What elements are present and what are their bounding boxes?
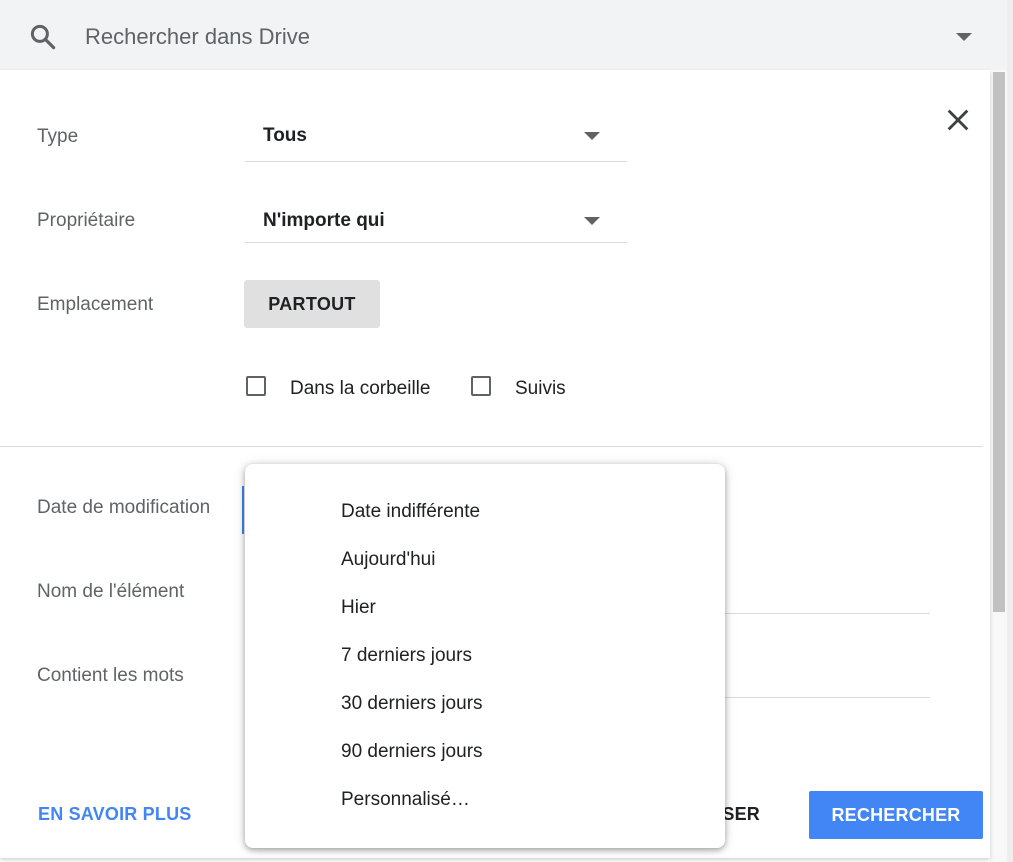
location-button[interactable]: PARTOUT [244, 280, 380, 328]
menu-item-last-30-days[interactable]: 30 derniers jours [245, 680, 725, 728]
menu-item-yesterday[interactable]: Hier [245, 584, 725, 632]
menu-item-label: 7 derniers jours [341, 645, 472, 666]
owner-label: Propriétaire [37, 210, 136, 231]
window-edge [1007, 0, 1013, 862]
owner-select-value: N'importe qui [263, 210, 385, 231]
menu-item-last-7-days[interactable]: 7 derniers jours [245, 632, 725, 680]
menu-item-custom[interactable]: Personnalisé… [245, 776, 725, 824]
date-modified-menu: Date indifférente Aujourd'hui Hier 7 der… [245, 464, 725, 848]
learn-more-link[interactable]: EN SAVOIR PLUS [38, 804, 192, 825]
chevron-down-icon [584, 132, 600, 140]
type-label: Type [37, 126, 79, 147]
type-select-value: Tous [263, 125, 307, 146]
scrollbar-thumb[interactable] [993, 72, 1005, 612]
search-button[interactable]: RECHERCHER [809, 791, 983, 839]
section-divider [0, 446, 983, 447]
search-options-arrow-icon[interactable] [956, 33, 972, 41]
date-modified-select[interactable] [242, 486, 244, 534]
search-bar[interactable]: Rechercher dans Drive [0, 0, 1007, 72]
trash-checkbox[interactable] [246, 376, 266, 396]
trash-checkbox-label[interactable]: Dans la corbeille [290, 378, 430, 400]
menu-item-label: 30 derniers jours [341, 693, 483, 714]
chevron-down-icon [584, 217, 600, 225]
search-input[interactable]: Rechercher dans Drive [85, 24, 310, 50]
menu-item-last-90-days[interactable]: 90 derniers jours [245, 728, 725, 776]
starred-checkbox[interactable] [471, 376, 491, 396]
location-label: Emplacement [37, 294, 154, 315]
owner-select-underline [245, 242, 627, 243]
menu-item-label: Personnalisé… [341, 789, 470, 810]
menu-item-label: 90 derniers jours [341, 741, 483, 762]
menu-item-any-date[interactable]: Date indifférente [245, 488, 725, 536]
type-select-underline [245, 161, 627, 162]
date-modified-label: Date de modification [37, 497, 211, 518]
menu-item-today[interactable]: Aujourd'hui [245, 536, 725, 584]
search-icon[interactable] [28, 22, 58, 52]
menu-item-label: Hier [341, 597, 376, 618]
starred-checkbox-label[interactable]: Suivis [515, 378, 566, 400]
contains-words-label: Contient les mots [37, 665, 184, 686]
menu-item-label: Date indifférente [341, 501, 481, 522]
close-icon[interactable] [944, 106, 972, 134]
item-name-label: Nom de l'élément [37, 581, 185, 602]
menu-item-label: Aujourd'hui [341, 549, 436, 570]
